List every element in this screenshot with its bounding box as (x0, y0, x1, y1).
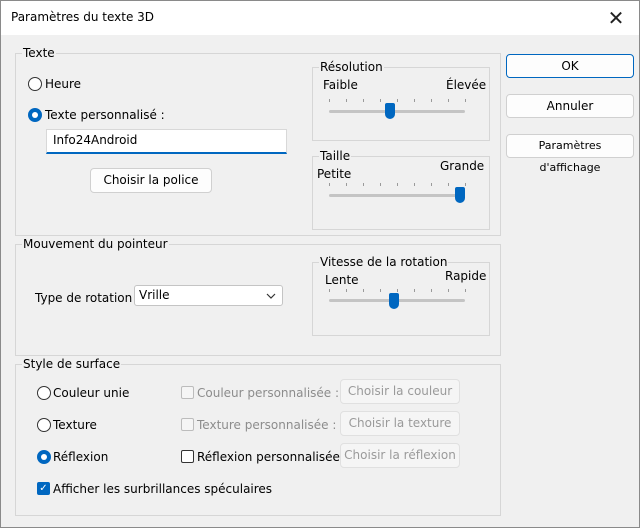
choose-reflexion-button[interactable]: Choisir la réflexion (340, 443, 460, 468)
vitesse-tick (465, 289, 466, 292)
resolution-tick (329, 99, 330, 102)
taille-tick (397, 183, 398, 186)
resolution-min-label: Faible (323, 78, 358, 92)
vitesse-min-label: Lente (325, 273, 359, 287)
vitesse-tick (448, 289, 449, 292)
taille-tick (346, 183, 347, 186)
radio-heure-label: Heure (45, 77, 82, 91)
radio-reflexion-label: Réflexion (53, 450, 109, 464)
choose-font-button[interactable]: Choisir la police (90, 168, 212, 193)
choose-texture-button[interactable]: Choisir la texture (340, 411, 460, 436)
checkbox-texture-personnalisee[interactable] (181, 418, 194, 431)
taille-slider-thumb[interactable] (455, 187, 465, 203)
window-title: Paramètres du texte 3D (11, 10, 155, 24)
resolution-tick (414, 99, 415, 102)
radio-texture[interactable] (37, 418, 51, 432)
checkbox-texture-personnalisee-label: Texture personnalisée : (197, 418, 337, 432)
taille-group-title: Taille (319, 149, 352, 163)
checkbox-couleur-personnalisee[interactable] (181, 386, 194, 399)
taille-slider-track[interactable] (329, 194, 465, 197)
texte-group-title: Texte (22, 46, 56, 60)
resolution-group-title: Résolution (319, 60, 384, 74)
checkbox-specular-highlights[interactable]: ✓ (37, 482, 50, 495)
vitesse-tick (363, 289, 364, 292)
radio-reflexion[interactable] (37, 450, 51, 464)
taille-tick (414, 183, 415, 186)
rotation-type-value: Vrille (139, 288, 170, 302)
taille-max-label: Grande (440, 159, 485, 173)
taille-tick (329, 183, 330, 186)
display-settings-button[interactable]: Paramètres d'affichage (506, 134, 634, 174)
vitesse-slider-thumb[interactable] (389, 293, 399, 309)
surface-group-title: Style de surface (22, 357, 122, 371)
rotation-type-select[interactable]: Vrille (134, 285, 283, 306)
taille-tick (363, 183, 364, 186)
resolution-tick (431, 99, 432, 102)
vitesse-tick (329, 289, 330, 292)
resolution-tick (465, 99, 466, 102)
resolution-slider-thumb[interactable] (385, 103, 395, 119)
checkbox-reflexion-personnalisee-label: Réflexion personnalisée : (197, 450, 348, 464)
choose-color-button[interactable]: Choisir la couleur (340, 379, 460, 404)
taille-tick (431, 183, 432, 186)
vitesse-tick (397, 289, 398, 292)
custom-text-input[interactable]: Info24Android (46, 129, 287, 154)
cancel-button[interactable]: Annuler (506, 94, 634, 118)
resolution-tick (397, 99, 398, 102)
radio-texte-personnalise[interactable] (28, 108, 42, 122)
rotation-type-label: Type de rotation : (35, 291, 141, 305)
ok-button[interactable]: OK (506, 54, 634, 78)
radio-heure[interactable] (28, 77, 42, 91)
vitesse-tick (414, 289, 415, 292)
pointeur-group-title: Mouvement du pointeur (22, 237, 169, 251)
vitesse-tick (346, 289, 347, 292)
resolution-max-label: Élevée (446, 78, 487, 92)
taille-min-label: Petite (317, 167, 352, 181)
checkbox-specular-highlights-label: Afficher les surbrillances spéculaires (53, 482, 273, 496)
vitesse-tick (380, 289, 381, 292)
radio-couleur-unie-label: Couleur unie (53, 386, 130, 400)
vitesse-tick (431, 289, 432, 292)
custom-text-value: Info24Android (53, 133, 138, 147)
taille-tick (448, 183, 449, 186)
resolution-tick (380, 99, 381, 102)
resolution-tick (346, 99, 347, 102)
vitesse-max-label: Rapide (445, 269, 487, 283)
radio-texture-label: Texture (53, 418, 97, 432)
vitesse-group-title: Vitesse de la rotation (319, 255, 449, 269)
checkbox-reflexion-personnalisee[interactable] (181, 450, 194, 463)
radio-couleur-unie[interactable] (37, 386, 51, 400)
taille-tick (465, 183, 466, 186)
resolution-slider-track[interactable] (329, 110, 465, 113)
close-icon[interactable]: ✕ (603, 5, 629, 31)
resolution-tick (363, 99, 364, 102)
dialog-window: Paramètres du texte 3D ✕ Texte Heure Tex… (0, 0, 640, 528)
title-bar: Paramètres du texte 3D ✕ (1, 1, 639, 35)
resolution-tick (448, 99, 449, 102)
taille-tick (380, 183, 381, 186)
radio-texte-personnalise-label: Texte personnalisé : (45, 108, 165, 122)
chevron-down-icon (266, 293, 276, 299)
checkbox-couleur-personnalisee-label: Couleur personnalisée : (197, 386, 340, 400)
